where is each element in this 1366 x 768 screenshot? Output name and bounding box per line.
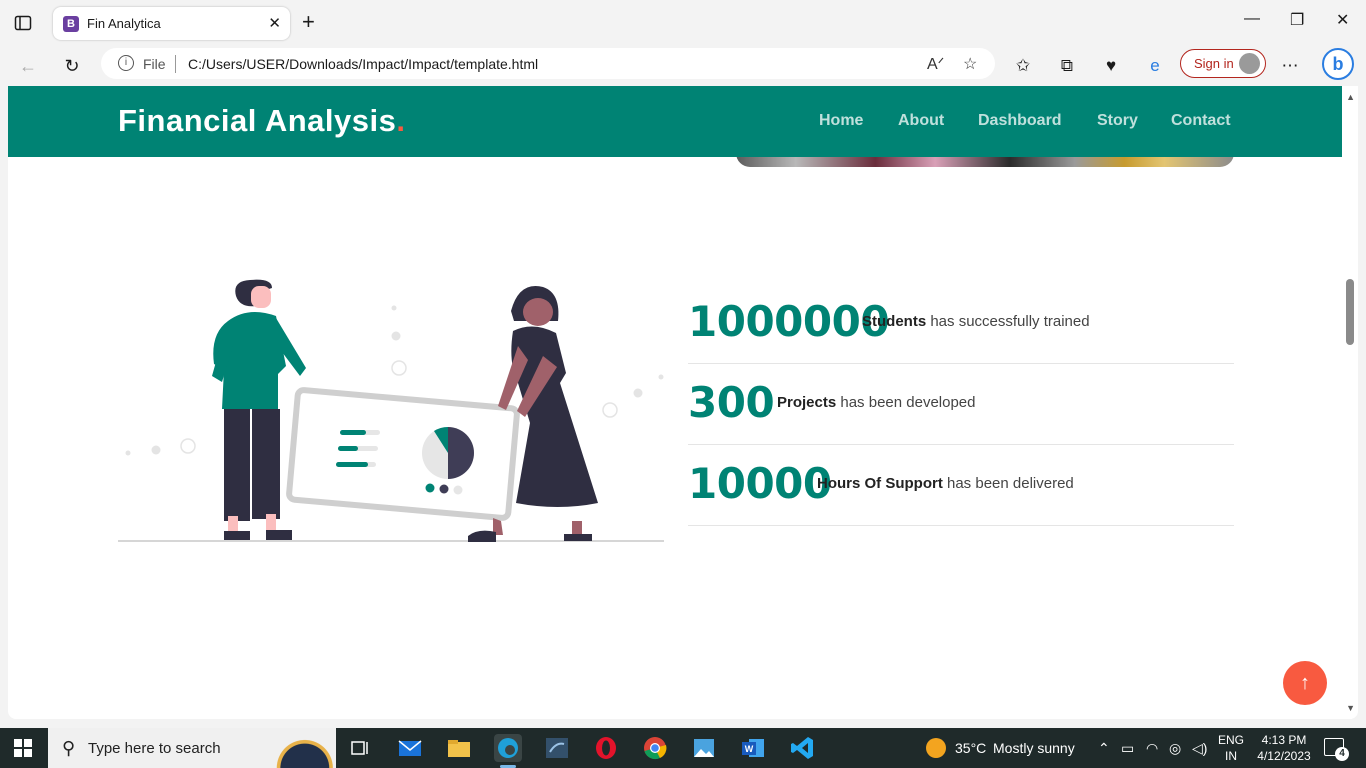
address-divider	[175, 55, 176, 73]
favorites-icon[interactable]: ✩	[1011, 54, 1035, 78]
tab-close-icon[interactable]: ✕	[268, 14, 281, 32]
sign-in-label: Sign in	[1194, 56, 1234, 71]
stat-label: Students	[862, 313, 927, 330]
volume-icon[interactable]: ◁)	[1192, 740, 1207, 757]
weather-sunny-icon[interactable]	[926, 738, 946, 758]
stat-number: 1000000	[688, 297, 890, 346]
address-bar[interactable]: i File C:/Users/USER/Downloads/Impact/Im…	[101, 48, 995, 79]
stat-label: Hours Of Support	[817, 475, 943, 492]
stat-suffix: has been delivered	[942, 475, 1074, 492]
bing-chat-icon[interactable]: b	[1322, 48, 1354, 80]
browser-tab[interactable]: B Fin Analytica ✕	[53, 7, 290, 40]
chrome-icon[interactable]	[641, 734, 669, 762]
browser-essentials-icon[interactable]: ♥	[1099, 54, 1123, 78]
stat-label: Projects	[777, 394, 837, 411]
windows-taskbar: ⚲ Type here to search W 35°C Mostly sunn…	[0, 728, 1366, 768]
photos-app-icon[interactable]	[690, 734, 718, 762]
stat-item: 300 Projects has been developed	[688, 364, 1234, 445]
battery-icon[interactable]: ▭	[1121, 740, 1134, 757]
stat-suffix: has successfully trained	[926, 313, 1090, 330]
browser-titlebar: B Fin Analytica ✕ + — ❐ ✕	[0, 0, 1366, 46]
stat-description: Hours Of Support has been delivered	[817, 475, 1074, 492]
presentation-illustration	[118, 279, 664, 542]
task-view-icon[interactable]	[347, 734, 375, 762]
taskbar-search[interactable]: ⚲ Type here to search	[48, 728, 336, 768]
profile-avatar-icon	[1239, 53, 1260, 74]
show-hidden-icons-icon[interactable]: ⌃	[1098, 740, 1110, 757]
back-icon[interactable]: ←	[14, 52, 42, 80]
search-placeholder: Type here to search	[88, 740, 221, 757]
stat-number: 300	[688, 378, 775, 427]
page-viewport: Financial Analysis. Home About Dashboard…	[8, 86, 1358, 719]
weather-description[interactable]: Mostly sunny	[993, 740, 1075, 756]
edge-extension-icon[interactable]: e	[1143, 54, 1167, 78]
stat-suffix: has been developed	[836, 394, 976, 411]
mysql-workbench-icon[interactable]	[543, 734, 571, 762]
weather-temperature[interactable]: 35°C	[955, 740, 986, 756]
collections-icon[interactable]: ⧉	[1055, 54, 1079, 78]
tab-title: Fin Analytica	[87, 16, 161, 31]
add-favorite-icon[interactable]: ☆	[963, 54, 977, 74]
search-icon: ⚲	[62, 738, 76, 758]
file-explorer-icon[interactable]	[445, 734, 473, 762]
site-header: Financial Analysis. Home About Dashboard…	[8, 86, 1342, 157]
address-url[interactable]: C:/Users/USER/Downloads/Impact/Impact/te…	[188, 56, 538, 72]
nav-about[interactable]: About	[898, 112, 944, 130]
nav-contact[interactable]: Contact	[1171, 112, 1231, 130]
refresh-icon[interactable]: ↻	[58, 52, 86, 80]
restore-icon[interactable]: ❐	[1290, 10, 1304, 30]
clock-date: 4/12/2023	[1257, 749, 1311, 763]
logo-dot: .	[396, 103, 406, 138]
arrow-up-icon: ↑	[1300, 672, 1310, 694]
logo-text: Financial Analysis	[118, 103, 397, 138]
tab-favicon-icon: B	[63, 16, 79, 32]
windows-start-icon[interactable]	[14, 739, 32, 757]
notifications-icon[interactable]: 4	[1324, 738, 1349, 761]
more-options-icon[interactable]: ⋯	[1278, 54, 1302, 78]
address-scheme: File	[143, 56, 166, 72]
window-menu-icon[interactable]	[14, 14, 32, 32]
region-code: IN	[1225, 749, 1237, 763]
stat-item: 1000000 Students has successfully traine…	[688, 283, 1234, 364]
read-aloud-icon[interactable]: Aᐟ	[927, 54, 944, 74]
stat-item: 10000 Hours Of Support has been delivere…	[688, 445, 1234, 526]
stat-number: 10000	[688, 459, 832, 508]
wifi-icon[interactable]: ◠	[1146, 740, 1158, 757]
meet-now-icon[interactable]: ◎	[1169, 740, 1181, 757]
new-tab-icon[interactable]: +	[302, 10, 315, 34]
opera-icon[interactable]	[592, 734, 620, 762]
scroll-up-icon[interactable]: ▲	[1346, 92, 1355, 102]
site-logo[interactable]: Financial Analysis.	[118, 103, 405, 139]
page-scrollbar[interactable]: ▲ ▼	[1342, 86, 1358, 719]
minimize-icon[interactable]: —	[1244, 10, 1260, 28]
stat-description: Students has successfully trained	[862, 313, 1090, 330]
stat-description: Projects has been developed	[777, 394, 976, 411]
vscode-icon[interactable]	[788, 734, 816, 762]
nav-story[interactable]: Story	[1097, 112, 1138, 130]
nav-dashboard[interactable]: Dashboard	[978, 112, 1062, 130]
input-language[interactable]: ENG IN	[1216, 732, 1246, 764]
language-code: ENG	[1217, 733, 1244, 747]
sign-in-button[interactable]: Sign in	[1180, 49, 1266, 78]
edge-app-icon[interactable]	[494, 734, 522, 768]
system-clock[interactable]: 4:13 PM 4/12/2023	[1254, 732, 1314, 764]
mail-app-icon[interactable]	[396, 734, 424, 762]
nav-home[interactable]: Home	[819, 112, 863, 130]
close-window-icon[interactable]: ✕	[1336, 10, 1349, 30]
back-to-top-button[interactable]: ↑	[1283, 661, 1327, 705]
svg-text:W: W	[745, 744, 754, 754]
scroll-down-icon[interactable]: ▼	[1346, 703, 1355, 713]
word-app-icon[interactable]: W	[739, 734, 767, 762]
clock-time: 4:13 PM	[1261, 733, 1307, 747]
notification-count: 4	[1335, 747, 1349, 761]
info-icon[interactable]: i	[118, 55, 134, 71]
search-highlight-image	[258, 730, 336, 768]
scrollbar-thumb[interactable]	[1346, 279, 1354, 345]
browser-toolbar: ← ↻ i File C:/Users/USER/Downloads/Impac…	[0, 46, 1366, 86]
